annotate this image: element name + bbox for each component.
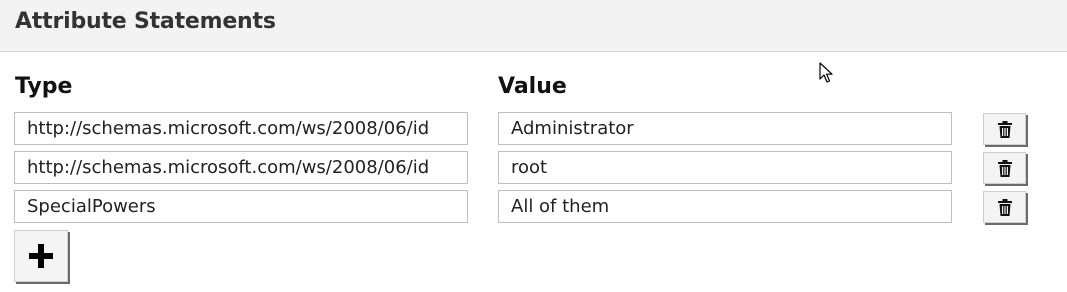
delete-row-button[interactable] [983,152,1026,184]
trash-icon [997,159,1012,177]
type-input[interactable] [14,190,468,223]
panel-header: Attribute Statements [0,0,1067,52]
type-input[interactable] [14,112,468,145]
delete-row-button[interactable] [983,113,1026,145]
trash-icon [997,198,1012,216]
delete-row-button[interactable] [983,191,1026,223]
attribute-row [0,112,1067,146]
attribute-row [0,190,1067,224]
value-input[interactable] [498,112,952,145]
type-column-header: Type [15,74,73,99]
value-input[interactable] [498,190,952,223]
panel-title: Attribute Statements [15,9,276,34]
type-input[interactable] [14,151,468,184]
value-input[interactable] [498,151,952,184]
mouse-cursor-icon [819,62,833,83]
add-attribute-button[interactable] [14,230,68,282]
plus-icon [29,244,53,268]
value-column-header: Value [498,74,567,99]
trash-icon [997,120,1012,138]
attribute-row [0,151,1067,185]
